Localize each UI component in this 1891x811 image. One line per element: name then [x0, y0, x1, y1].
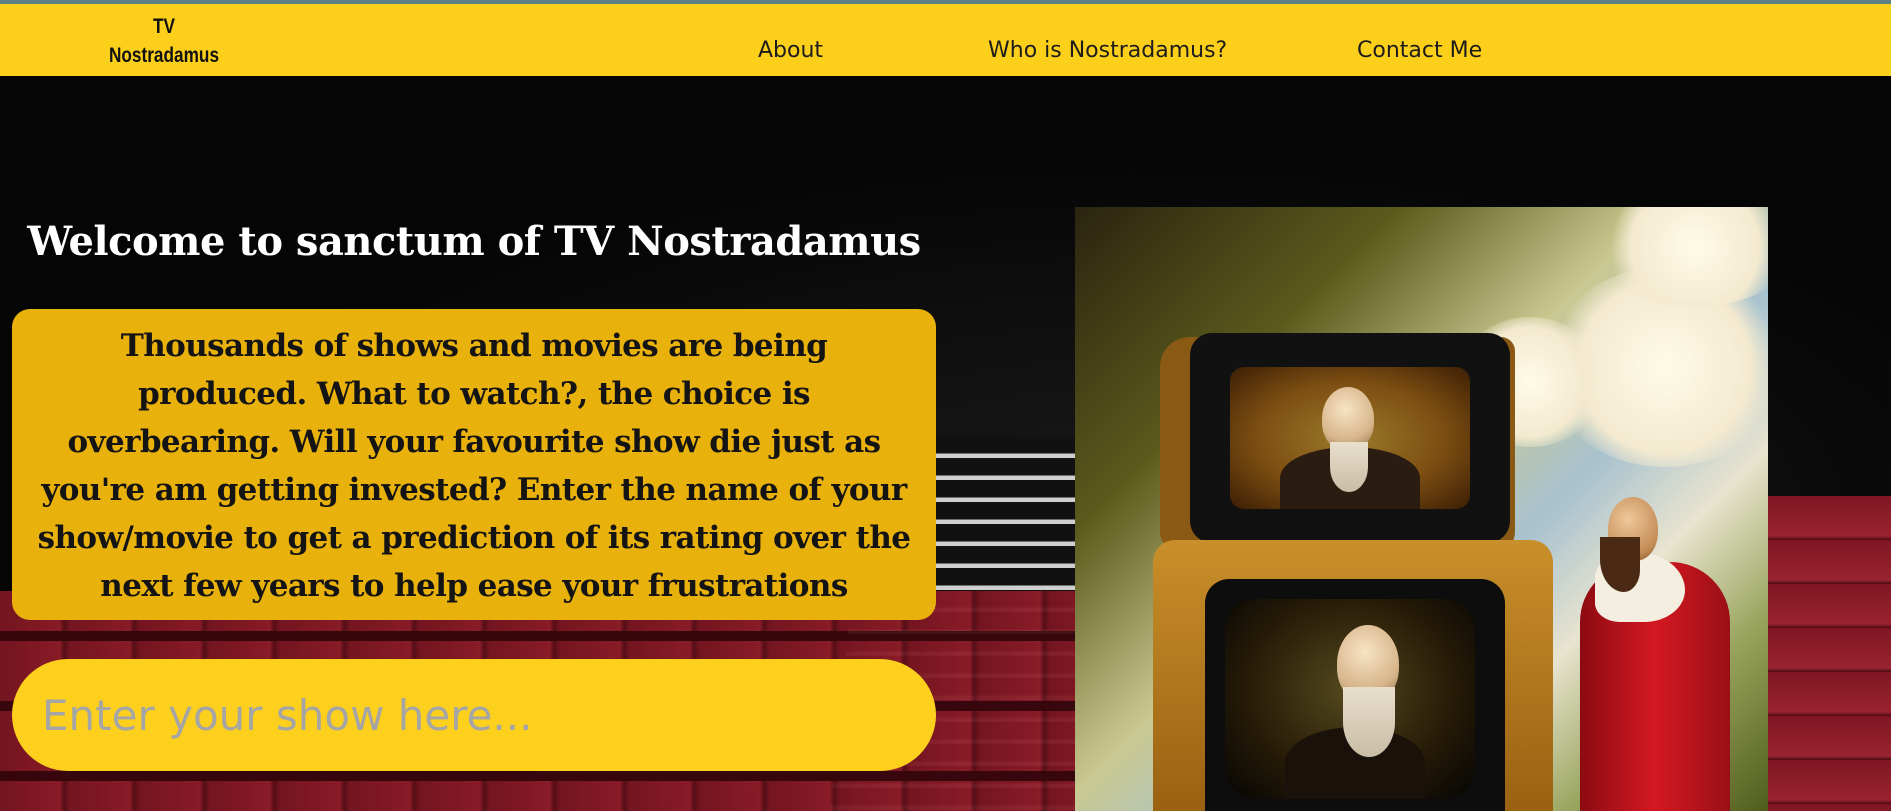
nav-link-contact-me[interactable]: Contact Me [1357, 38, 1482, 63]
page-title: Welcome to sanctum of TV Nostradamus [27, 218, 921, 265]
nav-link-who-is-nostradamus[interactable]: Who is Nostradamus? [988, 38, 1227, 63]
logo-line-2: Nostradamus [108, 44, 220, 67]
navbar: TV Nostradamus About Who is Nostradamus?… [0, 4, 1891, 76]
nostradamus-painting-image [1075, 207, 1768, 811]
logo-line-1: TV [152, 15, 176, 38]
portrait-beard [1343, 687, 1395, 757]
site-logo[interactable]: TV Nostradamus [107, 12, 222, 70]
theater-seats-right [1761, 496, 1891, 811]
nav-link-about[interactable]: About [758, 38, 823, 63]
show-search-input[interactable] [12, 659, 936, 771]
intro-text: Thousands of shows and movies are being … [37, 328, 911, 604]
intro-text-box: Thousands of shows and movies are being … [12, 309, 936, 620]
page: TV Nostradamus About Who is Nostradamus?… [0, 0, 1891, 811]
portrait-beard [1330, 442, 1368, 492]
